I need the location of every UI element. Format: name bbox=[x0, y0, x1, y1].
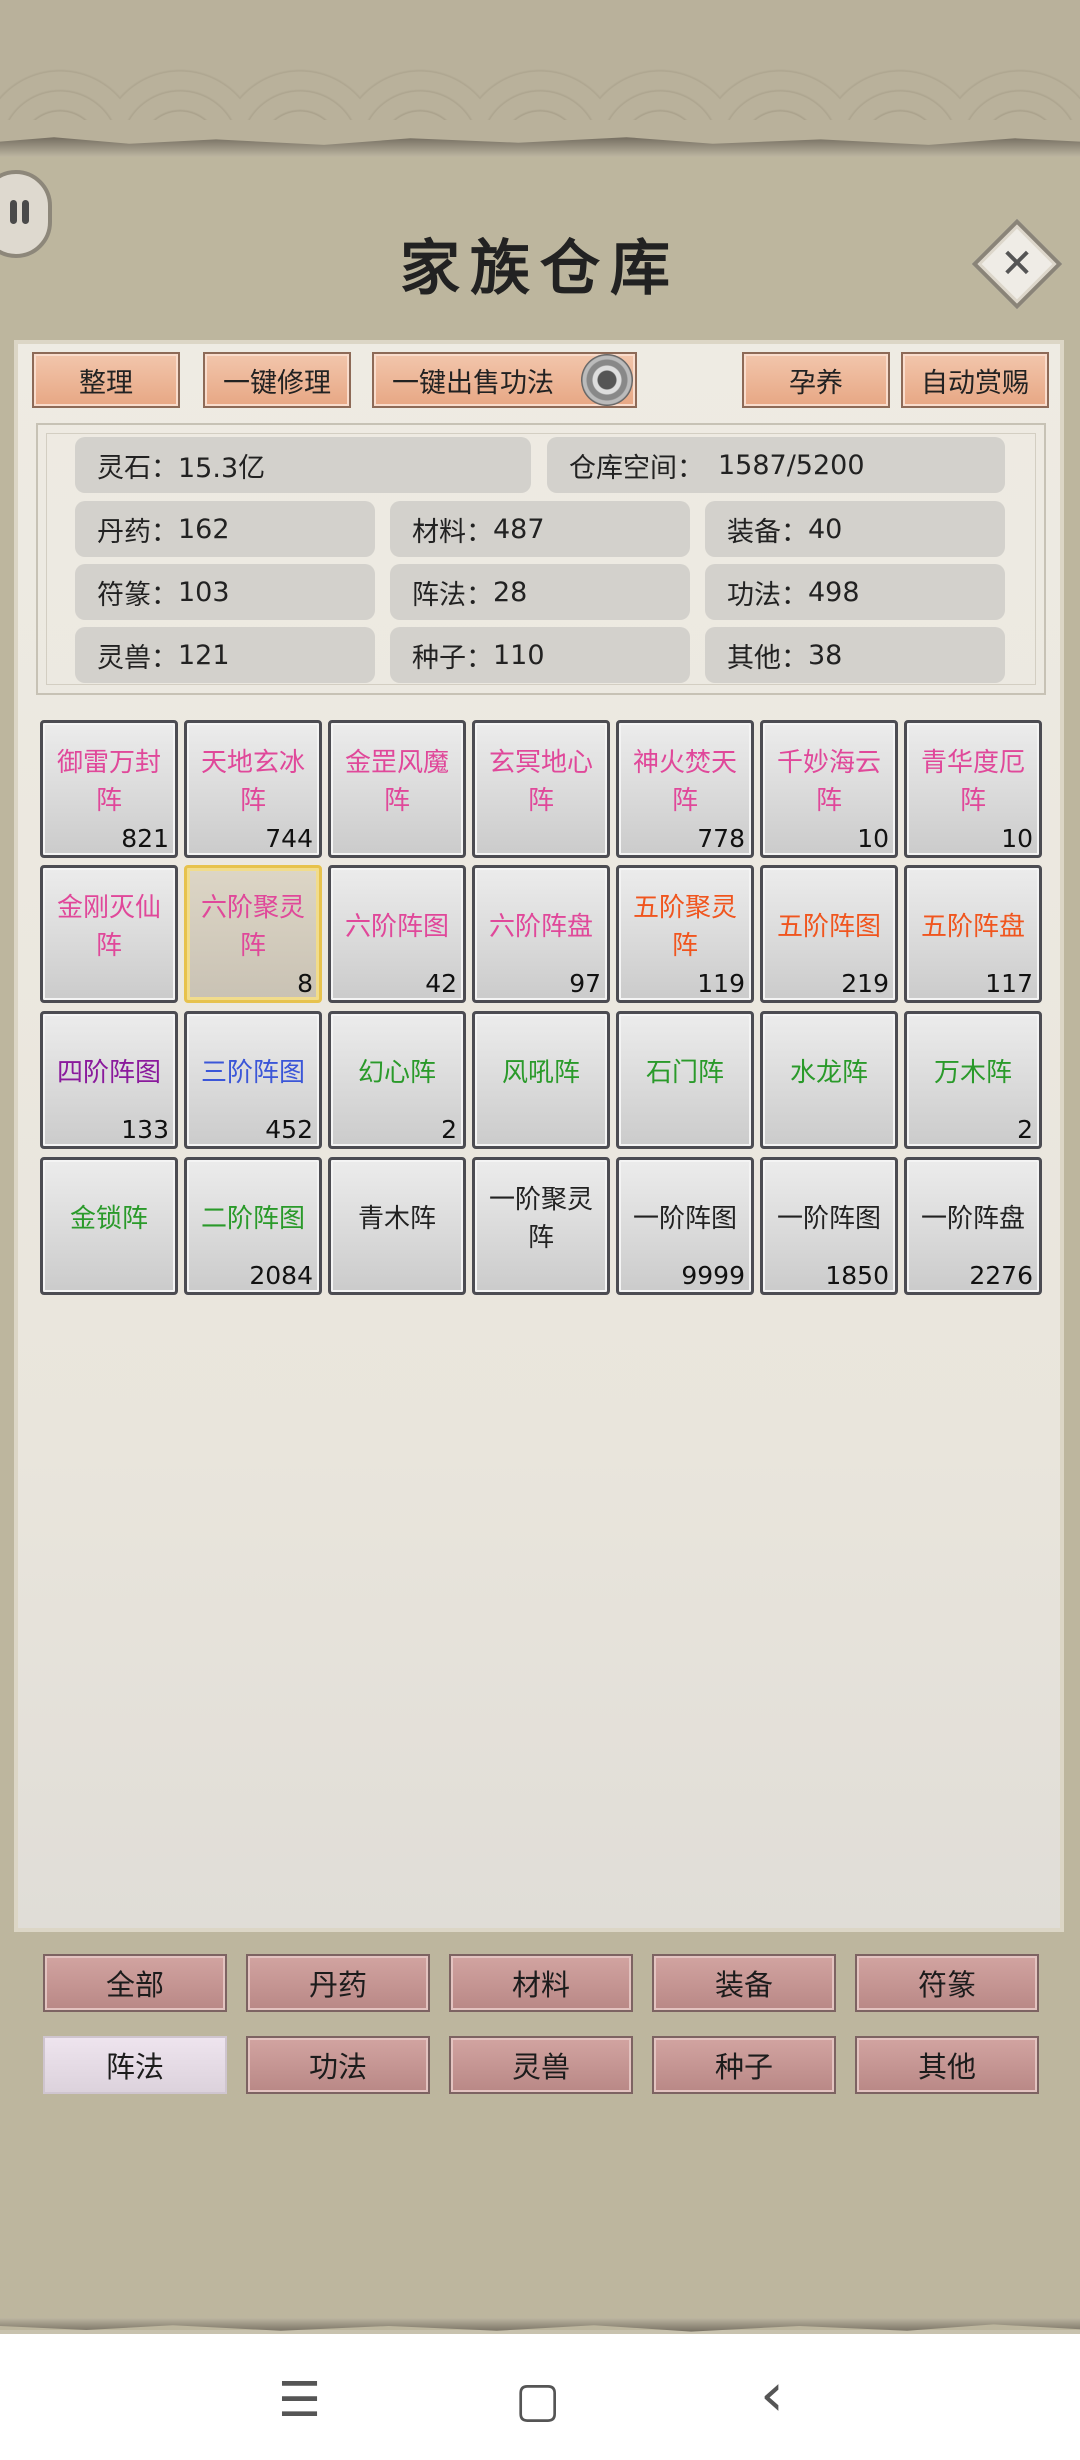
tab-category[interactable]: 材料 bbox=[449, 1954, 633, 2012]
item-name: 幻心阵 bbox=[357, 1058, 436, 1088]
tab-category[interactable]: 全部 bbox=[43, 1954, 227, 2012]
back-icon[interactable]: ‹ bbox=[760, 2360, 784, 2430]
repair-all-button[interactable]: 一键修理 bbox=[203, 352, 351, 408]
item-cell[interactable]: 金罡风魔阵 bbox=[328, 720, 466, 858]
item-count: 452 bbox=[265, 1115, 313, 1144]
item-count: 42 bbox=[425, 969, 457, 998]
item-name: 玄冥地心阵 bbox=[488, 748, 593, 816]
item-name: 风吼阵 bbox=[501, 1058, 580, 1088]
stat-skill: 功法： 498 bbox=[705, 564, 1005, 620]
stat-spirit-stone: 灵石： 15.3亿 bbox=[75, 437, 531, 493]
stat-beast: 灵兽： 121 bbox=[75, 627, 375, 683]
item-name: 金刚灭仙阵 bbox=[56, 893, 161, 961]
auto-reward-button[interactable]: 自动赏赐 bbox=[901, 352, 1049, 408]
tab-category[interactable]: 符篆 bbox=[855, 1954, 1039, 2012]
top-wave-banner bbox=[0, 0, 1080, 150]
item-count: 1850 bbox=[825, 1261, 889, 1290]
item-count: 97 bbox=[569, 969, 601, 998]
item-count: 2 bbox=[1017, 1115, 1033, 1144]
item-count: 219 bbox=[841, 969, 889, 998]
stat-seed: 种子： 110 bbox=[390, 627, 690, 683]
item-cell[interactable]: 三阶阵图 452 bbox=[184, 1011, 322, 1149]
item-cell[interactable]: 一阶阵图 1850 bbox=[760, 1157, 898, 1295]
item-name: 石门阵 bbox=[645, 1058, 724, 1088]
item-count: 9999 bbox=[681, 1261, 745, 1290]
nurture-button[interactable]: 孕养 bbox=[742, 352, 890, 408]
item-cell[interactable]: 六阶阵图 42 bbox=[328, 865, 466, 1003]
stat-formation: 阵法： 28 bbox=[390, 564, 690, 620]
stat-other: 其他： 38 bbox=[705, 627, 1005, 683]
item-cell[interactable]: 一阶阵图 9999 bbox=[616, 1157, 754, 1295]
item-cell[interactable]: 御雷万封阵 821 bbox=[40, 720, 178, 858]
sell-skills-label: 一键出售功法 bbox=[392, 367, 554, 399]
item-count: 117 bbox=[985, 969, 1033, 998]
item-cell[interactable]: 六阶阵盘 97 bbox=[472, 865, 610, 1003]
item-cell[interactable]: 五阶聚灵阵 119 bbox=[616, 865, 754, 1003]
item-cell[interactable]: 青华度厄阵 10 bbox=[904, 720, 1042, 858]
item-cell[interactable]: 金刚灭仙阵 bbox=[40, 865, 178, 1003]
tab-category[interactable]: 种子 bbox=[652, 2036, 836, 2094]
item-cell[interactable]: 一阶聚灵阵 bbox=[472, 1157, 610, 1295]
home-icon[interactable]: ▢ bbox=[515, 2372, 560, 2428]
item-cell[interactable]: 二阶阵图 2084 bbox=[184, 1157, 322, 1295]
item-cell[interactable]: 四阶阵图 133 bbox=[40, 1011, 178, 1149]
menu-icon[interactable]: ☰ bbox=[278, 2372, 321, 2428]
item-cell[interactable]: 石门阵 bbox=[616, 1011, 754, 1149]
item-count: 119 bbox=[697, 969, 745, 998]
item-cell[interactable]: 风吼阵 bbox=[472, 1011, 610, 1149]
page-title: 家族仓库 bbox=[400, 234, 680, 304]
item-cell[interactable]: 六阶聚灵阵 8 bbox=[184, 865, 322, 1003]
item-cell[interactable]: 五阶阵盘 117 bbox=[904, 865, 1042, 1003]
stat-capacity: 仓库空间： 1587/5200 bbox=[547, 437, 1005, 493]
item-cell[interactable]: 幻心阵 2 bbox=[328, 1011, 466, 1149]
item-count: 2 bbox=[441, 1115, 457, 1144]
item-name: 水龙阵 bbox=[789, 1058, 868, 1088]
item-count: 2084 bbox=[249, 1261, 313, 1290]
item-name: 六阶聚灵阵 bbox=[200, 893, 305, 961]
item-cell[interactable]: 水龙阵 bbox=[760, 1011, 898, 1149]
item-count: 133 bbox=[121, 1115, 169, 1144]
item-name: 一阶聚灵阵 bbox=[488, 1185, 593, 1253]
stat-pill: 丹药： 162 bbox=[75, 501, 375, 557]
item-cell[interactable]: 天地玄冰阵 744 bbox=[184, 720, 322, 858]
item-name: 万木阵 bbox=[933, 1058, 1012, 1088]
system-nav-bar: ☰ ▢ ‹ bbox=[0, 2334, 1080, 2460]
item-cell[interactable]: 金锁阵 bbox=[40, 1157, 178, 1295]
close-icon: ✕ bbox=[1000, 241, 1034, 287]
gear-icon[interactable] bbox=[581, 354, 633, 406]
item-cell[interactable]: 青木阵 bbox=[328, 1157, 466, 1295]
item-cell[interactable]: 万木阵 2 bbox=[904, 1011, 1042, 1149]
item-count: 778 bbox=[697, 824, 745, 853]
stat-talisman: 符篆： 103 bbox=[75, 564, 375, 620]
item-cell[interactable]: 神火焚天阵 778 bbox=[616, 720, 754, 858]
item-count: 2276 bbox=[969, 1261, 1033, 1290]
item-name: 青木阵 bbox=[357, 1204, 436, 1234]
tab-category[interactable]: 阵法 bbox=[43, 2036, 227, 2094]
item-count: 10 bbox=[857, 824, 889, 853]
item-cell[interactable]: 一阶阵盘 2276 bbox=[904, 1157, 1042, 1295]
item-count: 8 bbox=[297, 969, 313, 998]
item-cell[interactable]: 五阶阵图 219 bbox=[760, 865, 898, 1003]
item-count: 10 bbox=[1001, 824, 1033, 853]
stat-equipment: 装备： 40 bbox=[705, 501, 1005, 557]
tab-category[interactable]: 功法 bbox=[246, 2036, 430, 2094]
tab-category[interactable]: 丹药 bbox=[246, 1954, 430, 2012]
sort-button[interactable]: 整理 bbox=[32, 352, 180, 408]
tab-category[interactable]: 其他 bbox=[855, 2036, 1039, 2094]
item-count: 744 bbox=[265, 824, 313, 853]
item-cell[interactable]: 玄冥地心阵 bbox=[472, 720, 610, 858]
item-name: 金罡风魔阵 bbox=[344, 748, 449, 816]
item-count: 821 bbox=[121, 824, 169, 853]
tab-category[interactable]: 装备 bbox=[652, 1954, 836, 2012]
stat-material: 材料： 487 bbox=[390, 501, 690, 557]
tab-category[interactable]: 灵兽 bbox=[449, 2036, 633, 2094]
item-name: 金锁阵 bbox=[69, 1204, 148, 1234]
item-cell[interactable]: 千妙海云阵 10 bbox=[760, 720, 898, 858]
